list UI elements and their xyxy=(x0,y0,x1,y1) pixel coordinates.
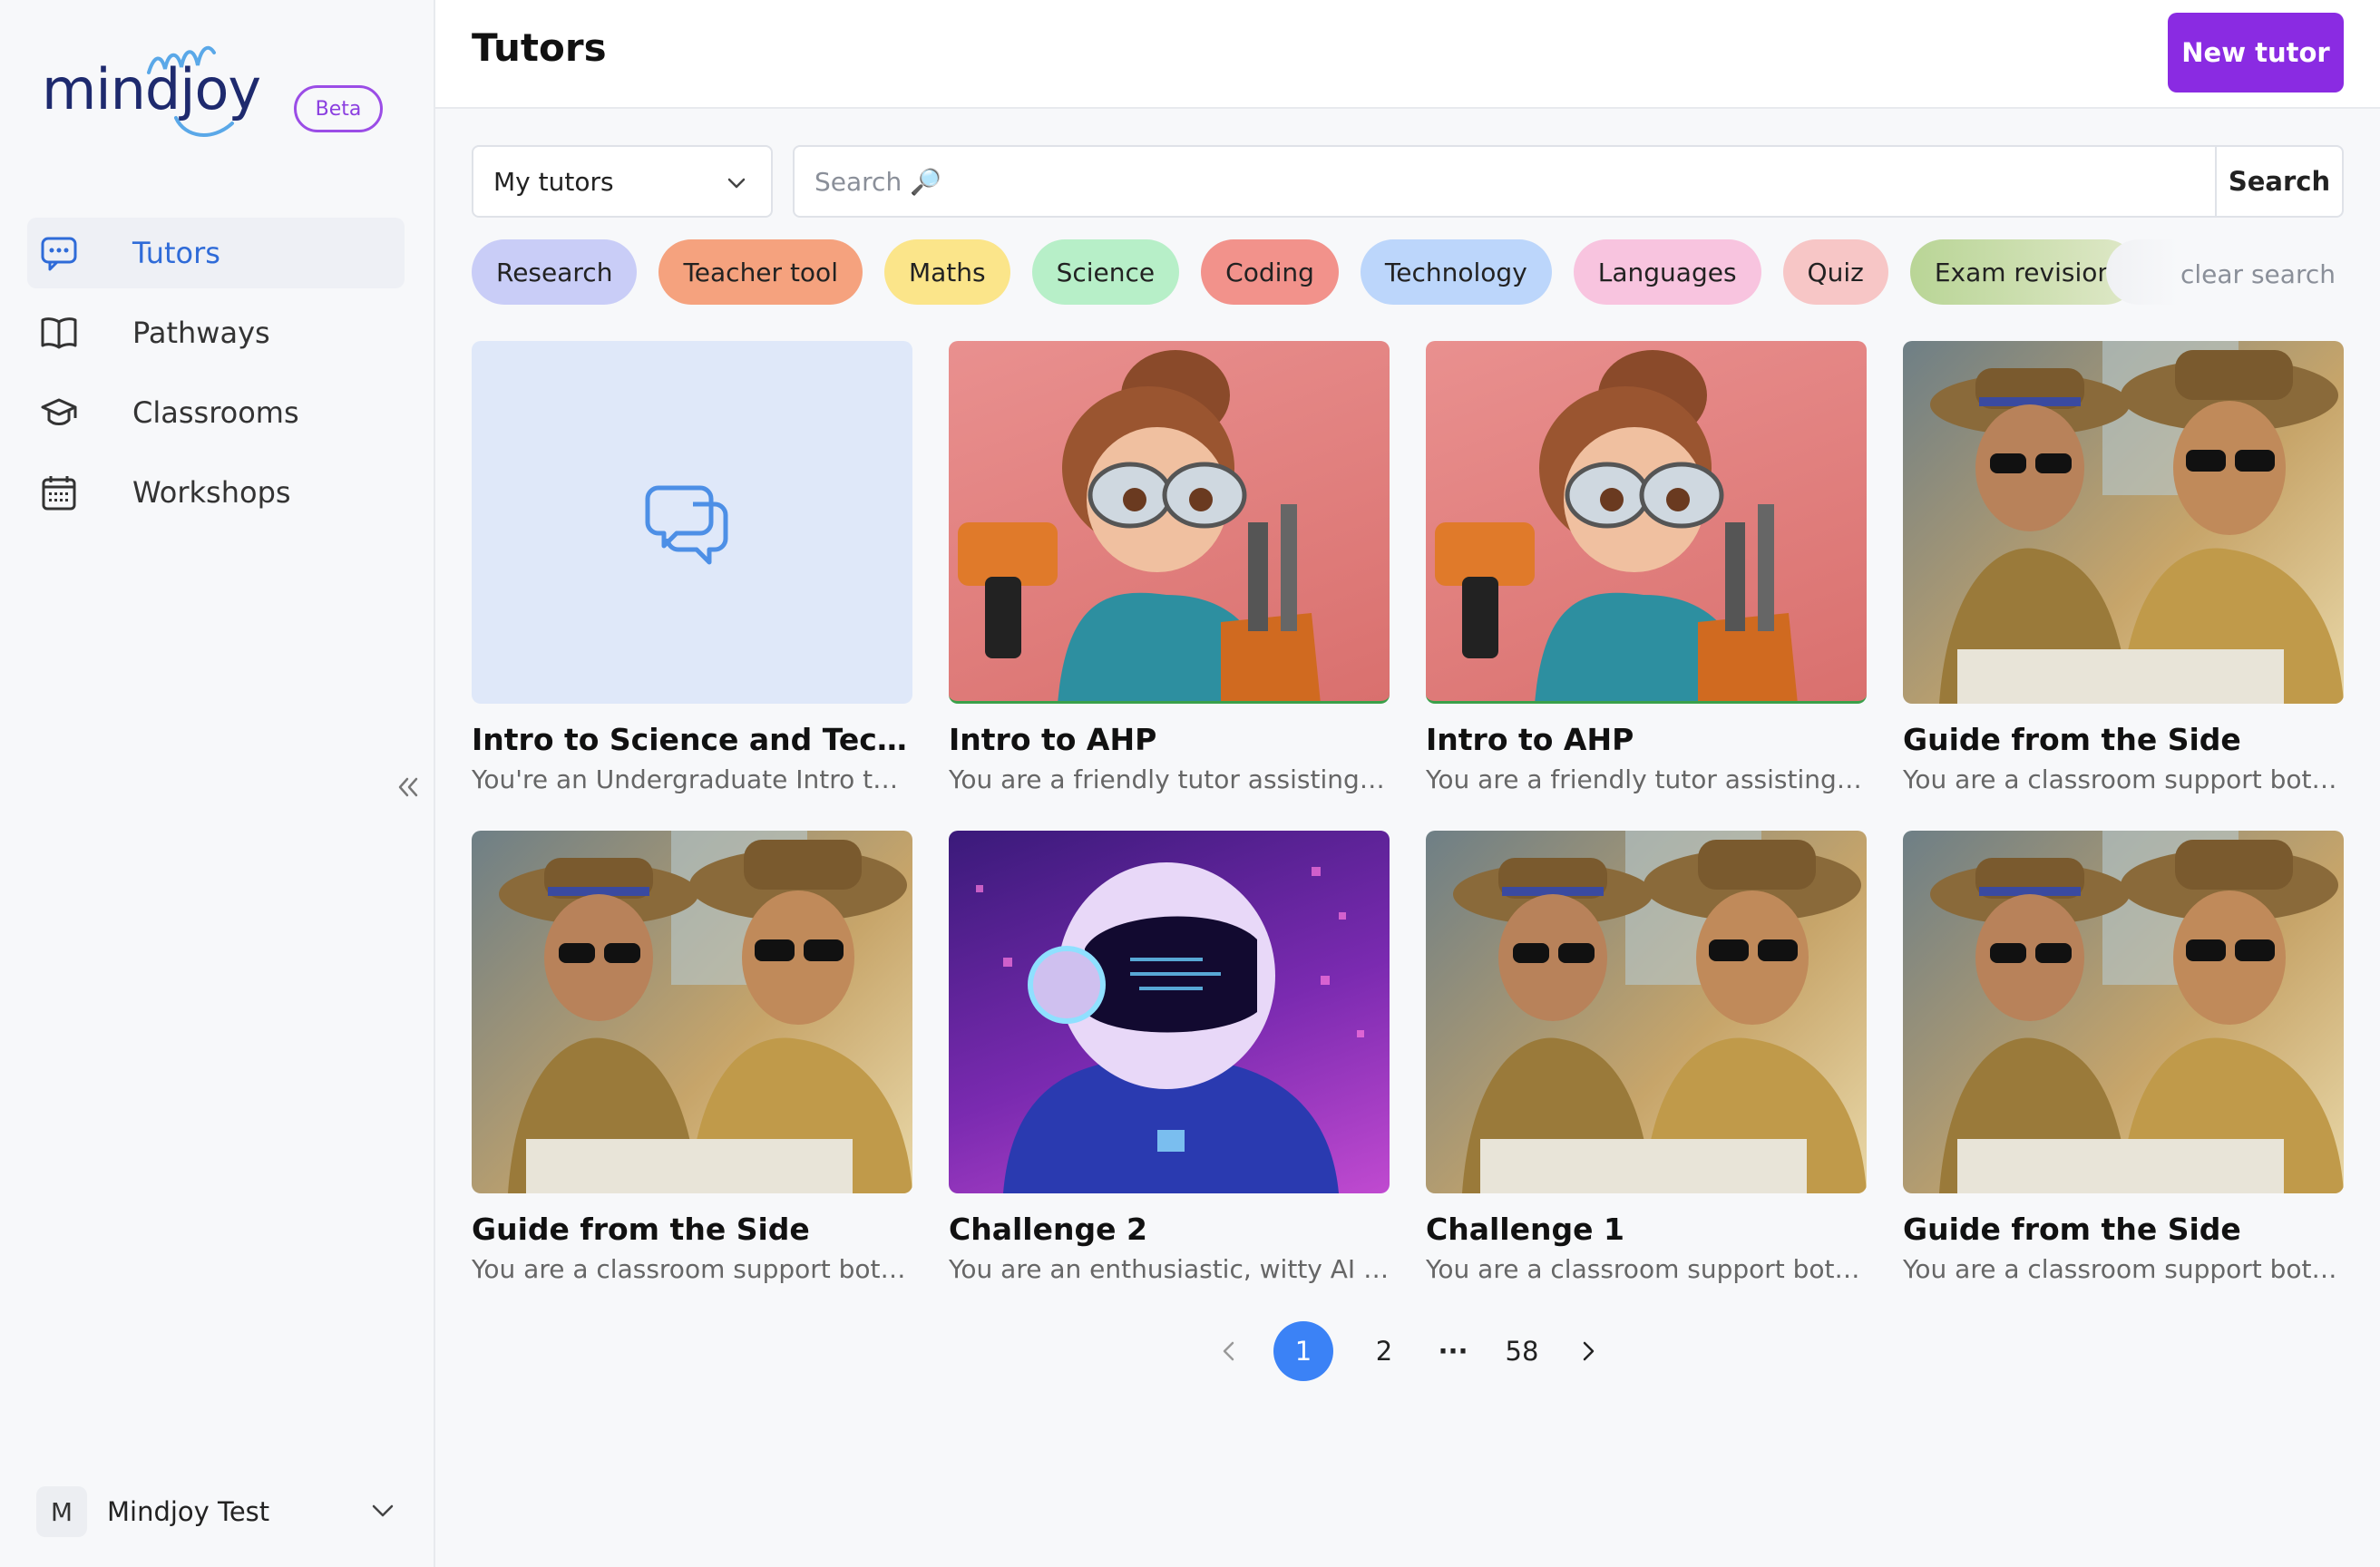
card-title: Intro to Science and Technolo... xyxy=(472,722,912,757)
card-description: You are a classroom support bot s... xyxy=(1903,1254,2344,1284)
search-button[interactable]: Search xyxy=(2215,147,2342,216)
chat-icon xyxy=(36,230,82,276)
sidebar-item-label: Tutors xyxy=(132,236,220,270)
chip-teacher-tool[interactable]: Teacher tool xyxy=(658,239,863,305)
collapse-sidebar-button[interactable] xyxy=(388,767,428,807)
card-description: You are an enthusiastic, witty AI tu... xyxy=(949,1254,1390,1284)
chip-quiz[interactable]: Quiz xyxy=(1782,239,1888,305)
card-title: Intro to AHP xyxy=(1426,722,1634,757)
calendar-icon xyxy=(36,470,82,515)
page-title: Tutors xyxy=(472,25,607,70)
card-title: Intro to AHP xyxy=(949,722,1157,757)
tutor-card[interactable]: Challenge 2 You are an enthusiastic, wit… xyxy=(949,831,1390,1284)
prev-page-button[interactable] xyxy=(1206,1321,1252,1381)
sidebar-item-tutors[interactable]: Tutors xyxy=(27,218,405,288)
sidebar-nav: Tutors Pathways Classrooms Workshops xyxy=(27,218,405,537)
chip-coding[interactable]: Coding xyxy=(1201,239,1339,305)
search-bar: Search xyxy=(793,145,2344,218)
page-header: Tutors New tutor xyxy=(435,0,2380,109)
tutor-card[interactable]: Intro to AHP You are a friendly tutor as… xyxy=(1426,341,1867,794)
detective-illustration xyxy=(1453,831,1867,1193)
new-tutor-button[interactable]: New tutor xyxy=(2168,13,2344,92)
sidebar-item-workshops[interactable]: Workshops xyxy=(27,457,405,528)
avatar: M xyxy=(36,1486,87,1537)
sidebar-item-pathways[interactable]: Pathways xyxy=(27,297,405,368)
double-chevron-left-icon xyxy=(398,777,418,797)
chip-languages[interactable]: Languages xyxy=(1573,239,1761,305)
pagination: 1 2 ··· 58 xyxy=(1206,1320,1611,1382)
card-image xyxy=(472,341,912,704)
tutor-card[interactable]: Guide from the Side You are a classroom … xyxy=(472,831,912,1284)
mindjoy-logo[interactable]: mindjoy xyxy=(42,45,261,137)
card-description: You are a classroom support bot s... xyxy=(472,1254,912,1284)
card-description: You are a classroom support bot s... xyxy=(1426,1254,1867,1284)
tutor-card[interactable]: Guide from the Side You are a classroom … xyxy=(1903,831,2344,1284)
search-input[interactable] xyxy=(795,147,2215,216)
chevron-down-icon xyxy=(727,178,746,189)
card-title: Guide from the Side xyxy=(1903,1212,2241,1247)
account-menu[interactable]: M Mindjoy Test xyxy=(36,1485,399,1538)
sidebar: mindjoy Beta Tutors Pathways Classrooms xyxy=(0,0,435,1567)
chevron-left-icon xyxy=(1223,1341,1234,1361)
card-image-detective xyxy=(1903,831,2344,1193)
tutor-card[interactable]: Guide from the Side You are a classroom … xyxy=(1903,341,2344,794)
chip-research[interactable]: Research xyxy=(472,239,638,305)
graduation-cap-icon xyxy=(36,390,82,435)
sidebar-item-label: Workshops xyxy=(132,475,291,510)
detective-illustration xyxy=(499,831,912,1193)
chip-exam-revision[interactable]: Exam revision xyxy=(1909,239,2139,305)
page-2-button[interactable]: 2 xyxy=(1364,1321,1404,1381)
card-image-engineer xyxy=(949,341,1390,704)
engineer-illustration xyxy=(1435,350,1798,701)
sidebar-item-label: Classrooms xyxy=(132,395,299,430)
tutor-card[interactable]: Intro to AHP You are a friendly tutor as… xyxy=(949,341,1390,794)
chip-science[interactable]: Science xyxy=(1031,239,1180,305)
filter-selected-value: My tutors xyxy=(493,166,614,197)
next-page-button[interactable] xyxy=(1566,1321,1611,1381)
detective-illustration xyxy=(1930,341,2344,704)
astronaut-illustration xyxy=(976,862,1364,1193)
detective-illustration xyxy=(1930,831,2344,1193)
sidebar-item-label: Pathways xyxy=(132,316,270,350)
tutor-card[interactable]: Intro to Science and Technolo... You're … xyxy=(472,341,912,794)
chevron-right-icon xyxy=(1583,1341,1595,1361)
chip-maths[interactable]: Maths xyxy=(883,239,1010,305)
book-icon xyxy=(36,310,82,355)
card-image-detective xyxy=(1903,341,2344,704)
page-ellipsis: ··· xyxy=(1438,1336,1468,1367)
tag-chips: Research Teacher tool Maths Science Codi… xyxy=(472,239,2139,305)
card-description: You are a classroom support bot s... xyxy=(1903,764,2344,794)
card-image-astronaut xyxy=(949,831,1390,1193)
card-description: You are a friendly tutor assisting fo... xyxy=(1426,764,1867,794)
card-title: Guide from the Side xyxy=(1903,722,2241,757)
chip-technology[interactable]: Technology xyxy=(1360,239,1552,305)
account-name: Mindjoy Test xyxy=(107,1496,270,1527)
chevron-down-icon xyxy=(372,1504,394,1517)
clear-search-link[interactable]: clear search xyxy=(2180,259,2336,289)
card-image-detective xyxy=(472,831,912,1193)
page-1-button[interactable]: 1 xyxy=(1273,1321,1333,1381)
engineer-illustration xyxy=(958,350,1321,701)
card-title: Challenge 1 xyxy=(1426,1212,1624,1247)
logo-smile-icon xyxy=(174,116,234,137)
logo-wave-icon xyxy=(147,45,216,74)
chat-bubbles-icon xyxy=(645,485,728,565)
card-description: You're an Undergraduate Intro to S... xyxy=(472,764,912,794)
tutor-filter-select[interactable]: My tutors xyxy=(472,145,773,218)
card-image-detective xyxy=(1426,831,1867,1193)
beta-badge: Beta xyxy=(294,85,383,132)
page-58-button[interactable]: 58 xyxy=(1497,1321,1547,1381)
chip-overflow-fade xyxy=(2106,239,2179,305)
card-title: Guide from the Side xyxy=(472,1212,810,1247)
card-image-engineer xyxy=(1426,341,1867,704)
card-description: You are a friendly tutor assisting fo... xyxy=(949,764,1390,794)
sidebar-item-classrooms[interactable]: Classrooms xyxy=(27,377,405,448)
tutor-card[interactable]: Challenge 1 You are a classroom support … xyxy=(1426,831,1867,1284)
card-title: Challenge 2 xyxy=(949,1212,1147,1247)
